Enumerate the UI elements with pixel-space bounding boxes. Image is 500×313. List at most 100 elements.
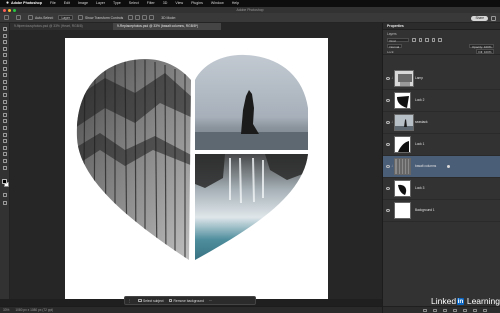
more-options-button[interactable]: ··· — [209, 299, 212, 303]
crop-tool-icon[interactable] — [3, 53, 7, 58]
menu-select[interactable]: Select — [129, 0, 139, 7]
eye-icon[interactable] — [386, 165, 390, 168]
smart-object-filter-icon[interactable] — [438, 38, 442, 42]
type-tool-icon[interactable] — [3, 132, 7, 137]
layer-thumbnail[interactable] — [394, 92, 411, 109]
add-mask-icon[interactable] — [443, 308, 447, 312]
eye-icon[interactable] — [386, 143, 390, 146]
opacity-field[interactable]: Opacity: 100% — [469, 43, 494, 49]
adjustment-layer-icon[interactable] — [453, 308, 457, 312]
menu-window[interactable]: Window — [211, 0, 224, 7]
menu-filter[interactable]: Filter — [147, 0, 155, 7]
zoom-window-icon[interactable] — [13, 8, 16, 12]
document-canvas[interactable] — [65, 38, 328, 299]
eye-icon[interactable] — [386, 77, 390, 80]
blur-tool-icon[interactable] — [3, 112, 7, 117]
hand-tool-icon[interactable] — [3, 152, 7, 157]
adjustment-filter-icon[interactable] — [418, 38, 422, 42]
align-buttons[interactable] — [128, 15, 156, 20]
tab-properties[interactable]: Properties — [387, 24, 404, 28]
pen-tool-icon[interactable] — [3, 126, 7, 130]
eyedropper-tool-icon[interactable] — [3, 66, 7, 71]
menu-image[interactable]: Image — [78, 0, 88, 7]
menu-file[interactable]: File — [50, 0, 56, 7]
show-transform-checkbox[interactable]: Show Transform Controls — [77, 15, 123, 20]
minimize-window-icon[interactable] — [8, 8, 11, 12]
frame-tool-icon[interactable] — [3, 60, 7, 64]
quick-mask-icon[interactable] — [3, 193, 7, 197]
link-layers-icon[interactable] — [423, 308, 427, 312]
more-tools-icon[interactable] — [3, 165, 7, 170]
menu-app[interactable]: Adobe Photoshop — [11, 0, 42, 7]
shape-filter-icon[interactable] — [431, 38, 435, 42]
move-tool-icon[interactable] — [3, 27, 7, 31]
eye-icon[interactable] — [386, 99, 390, 102]
layer-thumbnail[interactable] — [394, 136, 411, 153]
layer-thumbnail[interactable] — [394, 158, 411, 175]
layer-name[interactable]: basalt columns — [415, 164, 436, 168]
layer-row[interactable]: Lock 1 — [383, 134, 500, 156]
home-icon[interactable] — [4, 15, 11, 20]
share-button[interactable]: Share — [471, 15, 488, 21]
layer-thumbnail[interactable] — [394, 202, 411, 219]
remove-background-button[interactable]: Remove background — [168, 299, 204, 303]
menu-plugins[interactable]: Plugins — [191, 0, 203, 7]
select-subject-button[interactable]: Select subject — [138, 299, 164, 303]
object-select-tool-icon[interactable] — [3, 46, 7, 51]
blend-mode-select[interactable]: Normal — [387, 43, 402, 49]
layer-thumbnail[interactable] — [394, 70, 414, 87]
auto-select-checkbox[interactable]: Auto-Select: — [28, 15, 53, 20]
move-tool-preset[interactable] — [16, 15, 23, 20]
fill-field[interactable]: Fill: 100% — [475, 49, 494, 54]
menu-edit[interactable]: Edit — [64, 0, 70, 7]
lasso-tool-icon[interactable] — [3, 40, 7, 45]
tab-document-2[interactable]: 9-Replacephotos.psd @ 33% (basalt column… — [113, 23, 221, 30]
layer-name[interactable]: Lock 1 — [415, 142, 424, 146]
layer-name[interactable]: Background 1 — [415, 208, 435, 212]
layer-row[interactable]: ↓ Lamp — [383, 68, 500, 90]
eye-icon[interactable] — [386, 121, 390, 124]
layer-name[interactable]: seastack — [415, 120, 428, 124]
trash-icon[interactable] — [483, 308, 487, 312]
layer-row[interactable]: Background 1 — [383, 200, 500, 222]
clone-stamp-icon[interactable] — [3, 86, 7, 91]
layer-kind-filter[interactable]: Kind — [387, 37, 409, 43]
shape-tool-icon[interactable] — [3, 145, 7, 150]
pixel-filter-icon[interactable] — [412, 38, 416, 42]
zoom-tool-icon[interactable] — [3, 159, 7, 163]
path-select-icon[interactable] — [3, 139, 7, 144]
layer-thumbnail[interactable] — [394, 180, 411, 197]
menu-layer[interactable]: Layer — [96, 0, 105, 7]
layer-name[interactable]: Lock 2 — [415, 98, 424, 102]
type-filter-icon[interactable] — [425, 38, 429, 42]
layer-name[interactable]: Lamp — [415, 76, 423, 80]
gradient-tool-icon[interactable] — [3, 106, 7, 111]
layer-row[interactable]: ↓ basalt columns — [383, 156, 500, 178]
healing-brush-icon[interactable] — [3, 73, 7, 78]
menu-view[interactable]: View — [175, 0, 183, 7]
dodge-tool-icon[interactable] — [3, 119, 7, 124]
layer-style-icon[interactable] — [433, 308, 437, 312]
marquee-tool-icon[interactable] — [3, 33, 7, 38]
search-icon[interactable] — [491, 15, 496, 21]
zoom-level[interactable]: 33% — [3, 308, 9, 312]
eye-icon[interactable] — [386, 187, 390, 190]
layer-row[interactable]: Lock 2 — [383, 90, 500, 112]
menu-help[interactable]: Help — [232, 0, 239, 7]
history-brush-icon[interactable] — [3, 93, 7, 97]
drag-handle[interactable]: ⋮ — [128, 299, 133, 303]
brush-tool-icon[interactable] — [3, 79, 7, 84]
screen-mode-icon[interactable] — [3, 201, 7, 205]
menu-3d[interactable]: 3D — [163, 0, 168, 7]
auto-select-dropdown[interactable]: Layer — [58, 15, 73, 20]
eraser-tool-icon[interactable] — [3, 99, 7, 104]
close-window-icon[interactable] — [3, 8, 6, 12]
eye-icon[interactable] — [386, 209, 390, 212]
layer-thumbnail[interactable] — [394, 114, 414, 131]
layer-row[interactable]: Lock 3 — [383, 178, 500, 200]
new-layer-icon[interactable] — [473, 308, 477, 312]
layer-row[interactable]: ↓ seastack — [383, 112, 500, 134]
layer-name[interactable]: Lock 3 — [415, 186, 424, 190]
canvas-area[interactable] — [10, 30, 382, 299]
new-group-icon[interactable] — [463, 308, 467, 312]
